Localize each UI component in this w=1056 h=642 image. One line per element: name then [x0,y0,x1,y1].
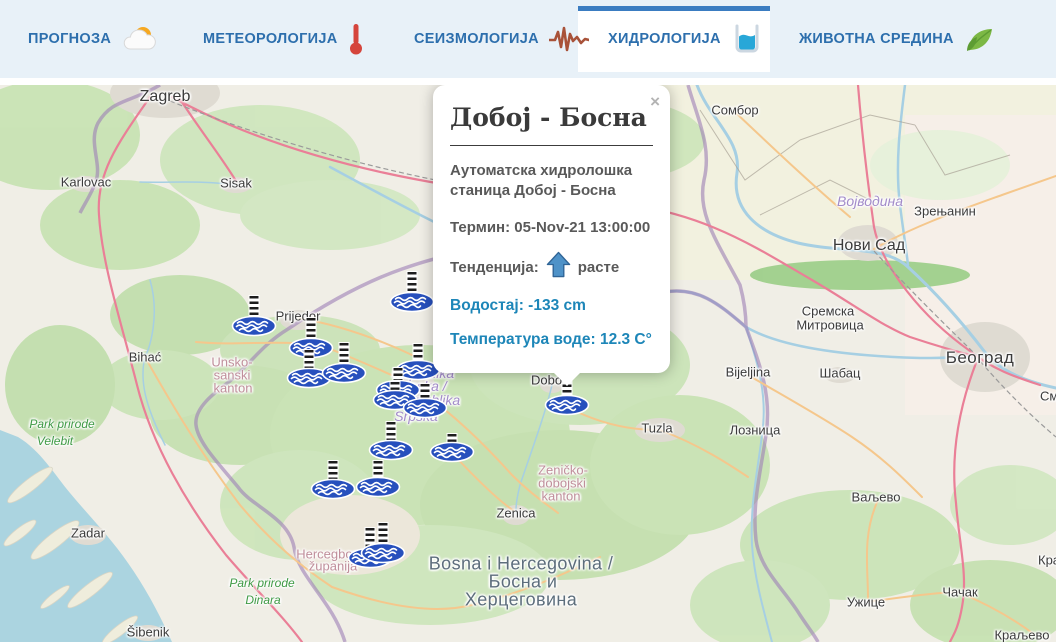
map-label: Сремска [802,304,855,319]
station-marker[interactable] [389,291,435,313]
station-marker[interactable] [544,394,590,416]
map-label: Лозница [730,423,781,438]
tab-hidrologija[interactable]: ХИДРОЛОГИЈА [608,0,763,78]
station-marker[interactable] [402,397,448,419]
map-label: Park prirode [29,417,94,431]
tendency-value: расте [578,258,620,278]
tendency-row: Тенденција: расте [450,251,653,284]
tab-zivotna-sredina[interactable]: ЖИВОТНА СРЕДИНА [799,0,996,78]
water-gauge-icon [544,394,590,416]
map-label: Sisak [220,176,252,191]
measurement-time: Термин: 05-Nov-21 13:00:00 [450,218,653,238]
map-label: Bijeljina [726,365,771,380]
map-label: Шабац [820,366,861,381]
map-label: Bihać [129,350,162,365]
water-gauge-icon [402,397,448,419]
map-label: Краљево [994,628,1049,642]
station-description: Аутоматска хидролошка станица Добој - Бо… [450,161,653,201]
popup-divider [450,145,653,146]
water-gauge-icon [368,439,414,461]
leaf-icon [964,24,996,54]
station-marker[interactable] [321,362,367,384]
map-label: Velebit [37,434,73,448]
map-label: Zagreb [140,88,191,106]
water-gauge-icon [360,542,406,564]
map-label: Смедерево [1040,389,1056,404]
station-marker[interactable] [231,315,277,337]
map-label: Митровица [796,318,863,333]
map-label: Крагујевац [1038,553,1056,568]
tab-label: ПРОГНОЗА [28,31,111,47]
map-label: Park prirode [229,576,294,590]
station-marker[interactable] [355,476,401,498]
map-canvas[interactable]: ZagrebKarlovacSisakBihaćPrijedorZadarŠib… [0,85,1056,642]
water-gauge-icon [389,291,435,313]
map-label: Сомбор [711,103,758,118]
tab-label: ХИДРОЛОГИЈА [608,31,721,47]
map-label: Чачак [942,585,977,600]
map-label: Zadar [71,526,105,541]
water-gauge-icon [429,441,475,463]
map-label: Dinara [245,593,280,607]
map-label: Војводина [837,193,903,209]
arrow-up-icon [546,251,571,284]
water-temperature-value: Температура воде: 12.3 C° [450,331,653,349]
water-gauge-icon [231,315,277,337]
map-label: kanton [541,489,580,504]
station-marker[interactable] [429,441,475,463]
water-gauge-icon [310,478,356,500]
map-label: Херцеговина [465,590,577,611]
tab-label: ЖИВОТНА СРЕДИНА [799,31,954,47]
station-popup: × Добој - Босна Аутоматска хидролошка ст… [433,85,670,373]
map-label: Tuzla [641,421,672,436]
water-gauge-icon [355,476,401,498]
water-gauge-icon [321,362,367,384]
thermometer-icon [348,22,364,56]
close-icon[interactable]: × [650,93,660,110]
tab-label: СЕИЗМОЛОГИЈА [414,31,539,47]
map-label: Ваљево [852,490,901,505]
tab-label: МЕТЕОРОЛОГИЈА [203,31,338,47]
map-label: Ужице [847,595,885,610]
map-label: Karlovac [61,175,112,190]
station-marker[interactable] [310,478,356,500]
map-label: Београд [946,348,1015,368]
map-label: Нови Сад [833,237,905,255]
map-label: Зрењанин [914,204,976,219]
map-label: Šibenik [127,625,170,640]
popup-title: Добој - Босна [450,103,653,132]
sun-cloud-icon [121,24,157,54]
tab-seizmologija[interactable]: СЕИЗМОЛОГИЈА [414,0,589,78]
station-marker[interactable] [368,439,414,461]
water-container-icon [731,23,763,55]
station-marker[interactable] [360,542,406,564]
map-label: Zenica [496,506,535,521]
water-level-value: Водостај: -133 cm [450,297,653,315]
map-label: kanton [213,381,252,396]
top-navbar: ПРОГНОЗА МЕТЕОРОЛОГИЈА СЕИЗМОЛОГИЈА ХИДР… [0,0,1056,78]
tab-prognoza[interactable]: ПРОГНОЗА [28,0,157,78]
tab-meteorologija[interactable]: МЕТЕОРОЛОГИЈА [203,0,364,78]
seismograph-icon [549,26,589,52]
tendency-label: Тенденција: [450,258,539,278]
